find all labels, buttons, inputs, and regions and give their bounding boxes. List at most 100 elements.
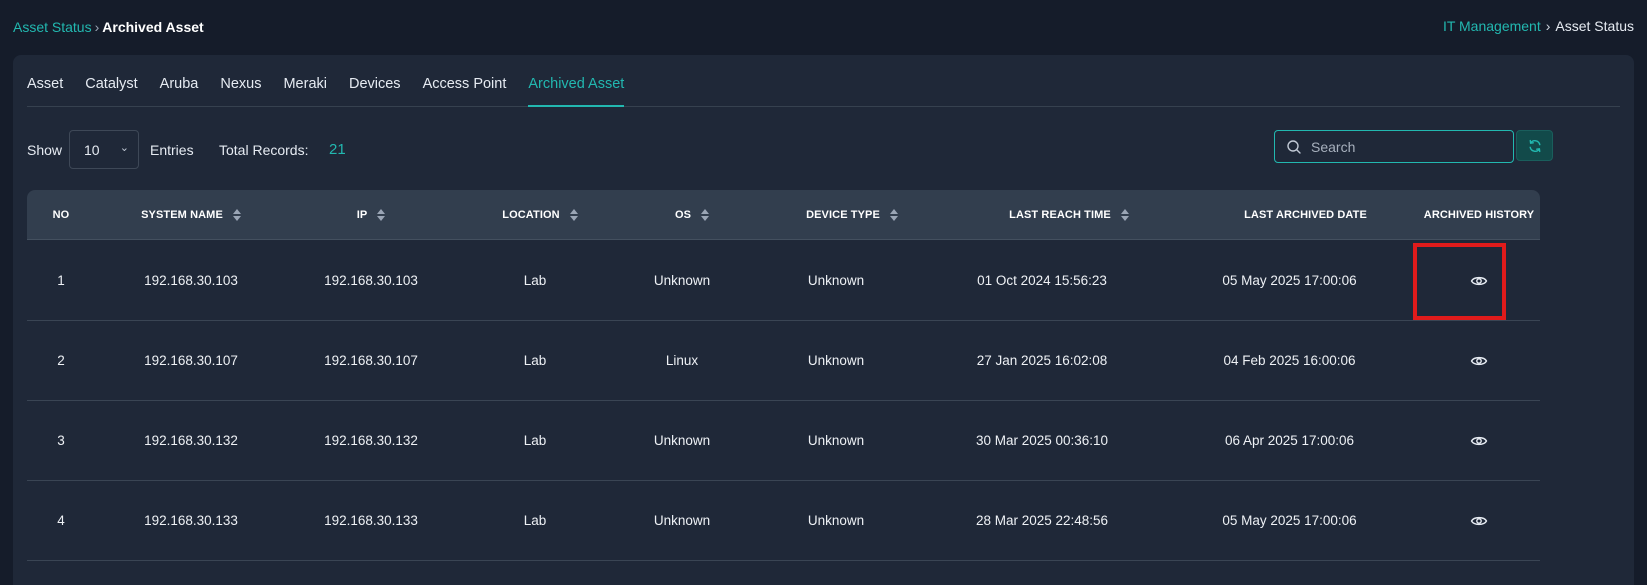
cell-ip: 192.168.30.103 [324,273,418,288]
sort-icon[interactable] [377,209,386,221]
column-header-label: LOCATION [502,209,560,221]
tab-bar: Asset Catalyst Aruba Nexus Meraki Device… [27,55,1620,107]
column-header-label: OS [674,209,692,221]
cell-device-type: Unknown [807,433,865,448]
eye-icon[interactable] [1470,272,1488,290]
cell-ip: 192.168.30.107 [324,353,418,368]
search-icon [1287,140,1301,154]
tab-catalyst[interactable]: Catalyst [85,76,137,106]
search-input[interactable] [1311,131,1506,162]
table-header: NO SYSTEM NAME IP LOCATION OS DEVICE TYP… [27,190,1540,240]
cell-ip: 192.168.30.132 [324,433,418,448]
tab-meraki[interactable]: Meraki [283,76,327,106]
sort-icon[interactable] [889,209,898,221]
breadcrumb: Asset Status › Archived Asset [13,19,204,35]
tab-nexus[interactable]: Nexus [220,76,261,106]
cell-last-archived-date: 05 May 2025 17:00:06 [1222,513,1357,528]
cell-location: Lab [523,513,547,528]
breadcrumb-separator: › [1545,18,1551,34]
refresh-icon [1528,139,1541,152]
column-header-last-archived-date: LAST ARCHIVED DATE [1193,190,1418,240]
cell-archived-history [1418,321,1540,400]
column-header-label: LAST ARCHIVED DATE [1244,209,1367,221]
cell-system-name: 192.168.30.103 [144,273,238,288]
cell-ip: 192.168.30.133 [324,513,418,528]
eye-icon[interactable] [1470,512,1488,530]
chevron-down-icon: ⌄ [119,142,129,154]
top-bar: Asset Status › Archived Asset IT Managemen… [0,0,1647,56]
eye-icon[interactable] [1470,352,1488,370]
cell-os: Unknown [653,273,711,288]
column-header-label: ARCHIVED HISTORY [1423,209,1535,221]
tab-asset[interactable]: Asset [27,76,63,106]
cell-last-archived-date: 05 May 2025 17:00:06 [1222,273,1357,288]
cell-archived-history [1418,481,1540,560]
column-header-label: LAST REACH TIME [1009,209,1111,221]
cell-no: 1 [57,273,65,288]
show-label: Show [27,142,63,158]
refresh-button[interactable] [1516,130,1553,161]
cell-device-type: Unknown [807,273,865,288]
cell-location: Lab [523,353,547,368]
cell-last-reach-time: 28 Mar 2025 22:48:56 [975,513,1109,528]
breadcrumb-current-right: Asset Status [1555,18,1634,34]
cell-device-type: Unknown [807,353,865,368]
entries-value: 10 [84,142,100,158]
cell-location: Lab [523,433,547,448]
cell-device-type: Unknown [807,513,865,528]
breadcrumb-link-asset-status[interactable]: Asset Status [13,19,92,35]
table-controls: Show 10 ⌄ Entries Total Records: 21 [27,130,1620,170]
cell-last-archived-date: 04 Feb 2025 16:00:06 [1223,353,1356,368]
cell-archived-history [1418,401,1540,480]
entries-label: Entries [150,142,194,158]
cell-system-name: 192.168.30.133 [144,513,238,528]
column-header-ip[interactable]: IP [287,190,455,240]
column-header-device-type[interactable]: DEVICE TYPE [759,190,945,240]
cell-archived-history [1418,241,1540,320]
table-row: 2 192.168.30.107 192.168.30.107 Lab Linu… [27,321,1540,401]
sort-icon[interactable] [569,209,578,221]
cell-no: 2 [57,353,65,368]
sort-icon[interactable] [1120,209,1129,221]
breadcrumb-right: IT Management › Asset Status [1443,18,1634,34]
column-header-label: SYSTEM NAME [141,209,223,221]
content-panel: Asset Catalyst Aruba Nexus Meraki Device… [13,55,1634,585]
table-row: 4 192.168.30.133 192.168.30.133 Lab Unkn… [27,481,1540,561]
column-header-label: DEVICE TYPE [806,209,880,221]
cell-location: Lab [523,273,547,288]
column-header-no: NO [27,190,95,240]
archived-asset-table: NO SYSTEM NAME IP LOCATION OS DEVICE TYP… [27,190,1540,585]
cell-system-name: 192.168.30.107 [144,353,238,368]
tab-access-point[interactable]: Access Point [423,76,507,106]
total-records-value: 21 [329,141,346,158]
cell-os: Unknown [653,433,711,448]
eye-icon[interactable] [1470,432,1488,450]
breadcrumb-link-it-management[interactable]: IT Management [1443,18,1541,34]
column-header-system-name[interactable]: SYSTEM NAME [95,190,287,240]
sort-icon[interactable] [701,209,710,221]
column-header-last-reach-time[interactable]: LAST REACH TIME [945,190,1193,240]
cell-system-name: 192.168.30.132 [144,433,238,448]
cell-last-reach-time: 30 Mar 2025 00:36:10 [975,433,1109,448]
cell-no: 4 [57,513,65,528]
sort-icon[interactable] [232,209,241,221]
tab-aruba[interactable]: Aruba [160,76,199,106]
column-header-label: IP [356,209,368,221]
table-row: 1 192.168.30.103 192.168.30.103 Lab Unkn… [27,241,1540,321]
tab-archived-asset[interactable]: Archived Asset [528,76,624,107]
search-box [1274,130,1514,163]
breadcrumb-current: Archived Asset [102,19,204,35]
breadcrumb-separator: › [94,19,100,35]
cell-no: 3 [57,433,65,448]
total-records-label: Total Records: [219,142,309,158]
column-header-os[interactable]: OS [625,190,759,240]
cell-os: Unknown [653,513,711,528]
cell-last-archived-date: 06 Apr 2025 17:00:06 [1224,433,1355,448]
entries-select[interactable]: 10 ⌄ [69,130,139,169]
table-row: 3 192.168.30.132 192.168.30.132 Lab Unkn… [27,401,1540,481]
column-header-label: NO [52,209,70,221]
cell-last-reach-time: 01 Oct 2024 15:56:23 [977,273,1107,288]
cell-last-reach-time: 27 Jan 2025 16:02:08 [976,353,1108,368]
column-header-location[interactable]: LOCATION [455,190,625,240]
tab-devices[interactable]: Devices [349,76,401,106]
